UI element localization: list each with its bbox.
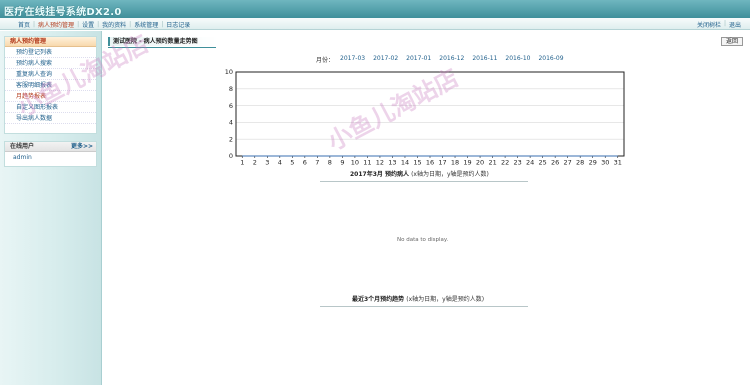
- logout-link[interactable]: 退出: [726, 20, 744, 29]
- x-tick-label: 7: [315, 159, 319, 167]
- y-tick-label: 6: [229, 102, 233, 110]
- sidebar-item-custom-chart[interactable]: 自定义图形报表: [5, 102, 96, 113]
- y-tick-label: 0: [229, 152, 233, 160]
- sidebar-item-service-report[interactable]: 客服明细报表: [5, 80, 96, 91]
- x-tick-label: 13: [388, 159, 396, 167]
- menu-right: 关闭树栏 | 退出: [694, 20, 744, 29]
- x-tick-label: 1: [240, 159, 244, 167]
- x-tick-label: 22: [501, 159, 509, 167]
- sidebar-item-registration-list[interactable]: 预约登记列表: [5, 47, 96, 58]
- sidebar-item-patient-search[interactable]: 预约病人搜索: [5, 58, 96, 69]
- menu-system-management[interactable]: 系统管理: [131, 20, 161, 29]
- chart2-subtitle: (x轴为日期，y轴是预约人数): [406, 296, 485, 303]
- x-tick-label: 4: [278, 159, 282, 167]
- sidebar-panel-appointments: 病人预约管理 预约登记列表 预约病人搜索 重复病人查询 客服明细报表 月趋势报表…: [4, 36, 97, 134]
- menu-home[interactable]: 首页: [15, 20, 33, 29]
- x-tick-label: 26: [551, 159, 559, 167]
- x-tick-label: 25: [539, 159, 547, 167]
- chart1-caption: 2017年3月 预约病人 (x轴为日期，y轴是预约人数): [350, 169, 489, 178]
- more-users-link[interactable]: 更多>>: [71, 142, 93, 151]
- x-tick-label: 2: [253, 159, 257, 167]
- menu-log-records[interactable]: 日志记录: [163, 20, 193, 29]
- x-tick-label: 31: [614, 159, 622, 167]
- online-users-header: 在线用户 更多>>: [5, 142, 96, 152]
- sidebar-item-duplicate-query[interactable]: 重复病人查询: [5, 69, 96, 80]
- x-tick-label: 10: [351, 159, 359, 167]
- x-tick-label: 9: [340, 159, 344, 167]
- sidebar: 病人预约管理 预约登记列表 预约病人搜索 重复病人查询 客服明细报表 月趋势报表…: [0, 31, 102, 385]
- x-tick-label: 12: [376, 159, 384, 167]
- x-tick-label: 29: [589, 159, 597, 167]
- x-tick-label: 3: [265, 159, 269, 167]
- x-tick-label: 11: [363, 159, 371, 167]
- app-title: 医疗在线挂号系统DX2.0: [4, 7, 122, 18]
- x-tick-label: 15: [413, 159, 421, 167]
- main-menu: 首页 | 病人预约管理 | 设置 | 我的资料 | 系统管理 | 日志记录: [15, 20, 193, 29]
- main-menu-bar: 首页 | 病人预约管理 | 设置 | 我的资料 | 系统管理 | 日志记录 关闭树栏 | 退…: [0, 18, 750, 30]
- x-tick-label: 19: [463, 159, 471, 167]
- x-tick-label: 18: [451, 159, 459, 167]
- x-tick-label: 24: [526, 159, 534, 167]
- close-tree-link[interactable]: 关闭树栏: [694, 20, 724, 29]
- x-tick-label: 23: [513, 159, 521, 167]
- x-tick-label: 30: [601, 159, 609, 167]
- y-tick-label: 10: [225, 68, 233, 76]
- online-user: admin: [13, 154, 32, 161]
- x-tick-label: 14: [401, 159, 409, 167]
- main-content: 测试医院 - 病人预约数量走势图 返回 月份： 2017-03 2017-02 …: [103, 31, 750, 385]
- x-tick-label: 27: [564, 159, 572, 167]
- chart2-caption: 最近3个月预约趋势 (x轴为日期，y轴是预约人数): [352, 294, 484, 303]
- x-tick-label: 5: [290, 159, 294, 167]
- y-tick-label: 2: [229, 135, 233, 143]
- chart2-title: 最近3个月预约趋势: [352, 296, 405, 303]
- menu-settings[interactable]: 设置: [79, 20, 97, 29]
- daily-appointments-chart: 02468101 2 3 4 5 6 7 8 9 10 11 12 13 14 15 16 17 18 19 20 21…: [225, 68, 625, 167]
- chart1-caption-rule: [320, 181, 528, 182]
- x-tick-label: 21: [488, 159, 496, 167]
- online-users-title: 在线用户: [10, 143, 35, 150]
- sidebar-item-monthly-trend[interactable]: 月趋势报表: [5, 91, 96, 102]
- chart1-title: 2017年3月 预约病人: [350, 171, 409, 178]
- x-tick-label: 6: [303, 159, 307, 167]
- sidebar-item-export-data[interactable]: 导出病人数据: [5, 113, 96, 124]
- menu-my-profile[interactable]: 我的资料: [99, 20, 129, 29]
- x-tick-label: 17: [438, 159, 446, 167]
- y-tick-label: 4: [229, 119, 233, 127]
- x-tick-label: 20: [476, 159, 484, 167]
- online-users-panel: 在线用户 更多>> admin: [4, 141, 97, 167]
- x-tick-label: 16: [426, 159, 434, 167]
- top-banner: 医疗在线挂号系统DX2.0: [0, 0, 750, 18]
- sidebar-section-title[interactable]: 病人预约管理: [5, 37, 96, 47]
- menu-patient-appointments[interactable]: 病人预约管理: [35, 20, 77, 29]
- plot-frame: [235, 71, 625, 157]
- y-tick-label: 8: [229, 85, 233, 93]
- x-tick-label: 8: [328, 159, 332, 167]
- chart1-subtitle: (x轴为日期，y轴是预约人数): [411, 171, 489, 178]
- no-data-message: No data to display.: [397, 237, 449, 243]
- chart2-caption-rule: [320, 306, 528, 307]
- x-tick-label: 28: [576, 159, 584, 167]
